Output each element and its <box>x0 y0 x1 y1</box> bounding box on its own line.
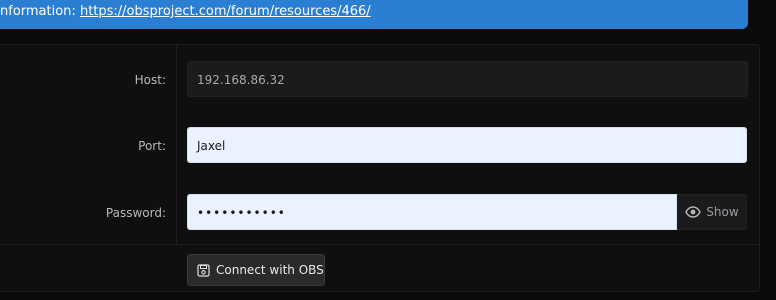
port-input[interactable]: Jaxel <box>187 127 747 163</box>
connect-label: Connect with OBS <box>216 263 324 277</box>
banner-prefix: nformation: <box>0 4 76 19</box>
label-column: Host: Port: Password: <box>0 45 177 244</box>
obs-connection-settings: nformation: https://obsproject.com/forum… <box>0 0 776 300</box>
port-label: Port: <box>138 139 166 153</box>
show-password-button[interactable]: Show <box>677 194 747 230</box>
info-banner: nformation: https://obsproject.com/forum… <box>0 0 748 29</box>
password-input[interactable]: ••••••••••• <box>187 194 677 230</box>
host-label: Host: <box>134 73 166 87</box>
eye-icon <box>685 206 702 218</box>
resource-link[interactable]: https://obsproject.com/forum/resources/4… <box>80 4 371 19</box>
connection-form: Host: Port: Password: 192.168.86.32 Jaxe… <box>0 44 760 292</box>
save-icon <box>197 263 210 277</box>
form-divider <box>0 244 759 245</box>
show-label: Show <box>706 205 739 219</box>
host-input[interactable]: 192.168.86.32 <box>187 61 748 97</box>
password-label: Password: <box>105 206 166 220</box>
connect-with-obs-button[interactable]: Connect with OBS <box>187 254 325 286</box>
